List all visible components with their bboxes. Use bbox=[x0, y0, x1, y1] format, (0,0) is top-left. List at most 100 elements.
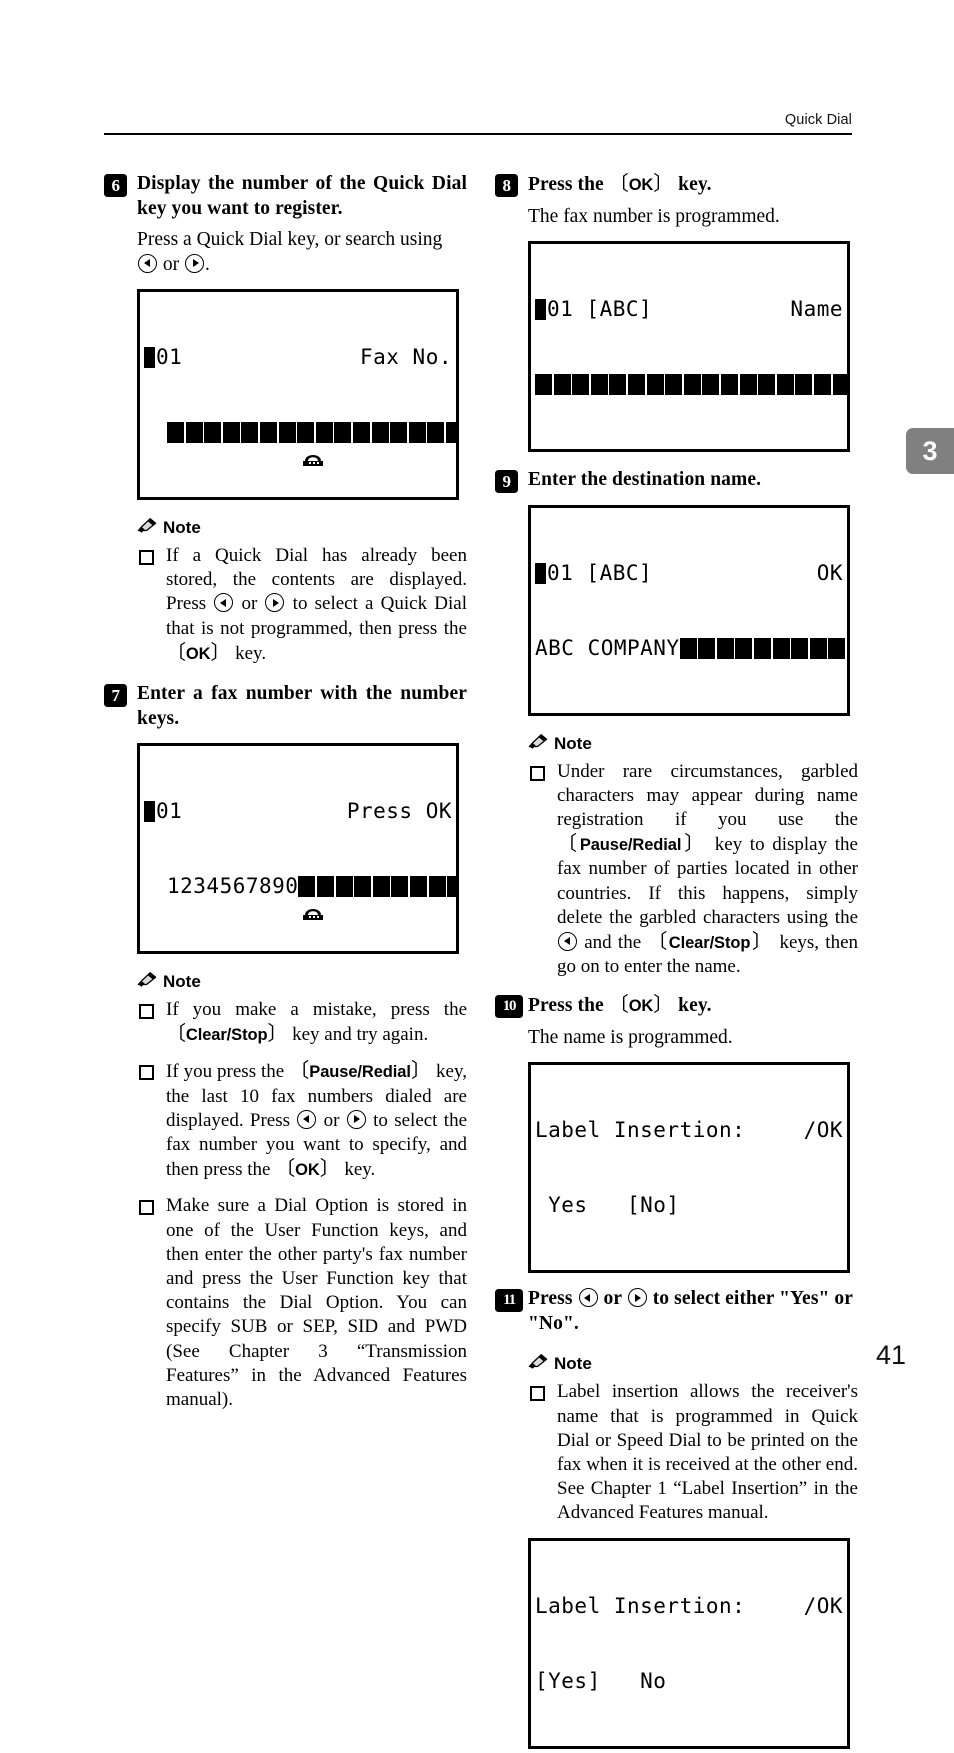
step-10-heading-suffix: key. bbox=[673, 995, 712, 1017]
lcd-line-1-left: 01 [ABC] bbox=[535, 297, 652, 322]
lcd-block-cell bbox=[335, 876, 353, 898]
lcd-line-1: Label Insertion: /OK bbox=[535, 1594, 843, 1619]
key-label-ok: 〔OK〕 bbox=[608, 173, 674, 195]
lcd-block-cell bbox=[572, 374, 590, 395]
key-label-clear-stop: 〔Clear/Stop〕 bbox=[166, 1023, 288, 1046]
step-6-heading: Display the number of the Quick Dial key… bbox=[137, 173, 467, 219]
lcd-block-cell bbox=[445, 422, 456, 443]
right-arrow-key-icon bbox=[185, 253, 204, 273]
cursor-block-icon bbox=[535, 562, 546, 584]
lcd-line-1-right: Fax No. bbox=[359, 345, 452, 369]
step-11-number: 11 bbox=[495, 1289, 523, 1313]
note-item: If you make a mistake, press the 〔Clear/… bbox=[137, 998, 467, 1047]
step-9-number: 9 bbox=[495, 470, 518, 493]
note-text-part: key. bbox=[339, 1159, 376, 1181]
note-item: Label insertion allows the receiver's na… bbox=[528, 1380, 858, 1525]
lcd-block-cell bbox=[408, 422, 426, 443]
step-10-heading-prefix: Press the bbox=[528, 995, 609, 1017]
note-text-part: or bbox=[234, 593, 265, 615]
step-6-heading-row: 6 Display the number of the Quick Dial ke… bbox=[104, 172, 467, 221]
lcd-block-cell bbox=[609, 374, 627, 395]
note-text: Make sure a Dial Option is stored in one… bbox=[166, 1195, 467, 1411]
lcd-block-cell bbox=[371, 422, 389, 443]
note-item: If a Quick Dial has already been stored,… bbox=[137, 544, 467, 666]
lcd-block-cell bbox=[739, 374, 757, 395]
lcd-block-cell bbox=[334, 422, 352, 443]
page-header: Quick Dial bbox=[104, 112, 852, 135]
lcd-block-cell bbox=[278, 422, 296, 443]
cursor-block-icon bbox=[144, 347, 155, 368]
note-label-3: Note bbox=[554, 733, 592, 753]
step-8-body: The fax number is programmed. bbox=[528, 205, 780, 227]
page-number: 41 bbox=[875, 1340, 906, 1370]
lcd-line-1: Label Insertion: /OK bbox=[535, 1118, 843, 1143]
lcd-line-1-right: Press OK bbox=[346, 799, 452, 824]
right-column: 8 Press the 〔OK〕 key. The fax number is p… bbox=[495, 172, 858, 1753]
left-right-arrow-icon bbox=[783, 1123, 803, 1138]
lcd-block-cell bbox=[758, 374, 776, 395]
cursor-block-icon bbox=[535, 299, 546, 320]
lcd-line-2 bbox=[144, 420, 456, 466]
step-8-number: 8 bbox=[495, 174, 518, 197]
lcd-block-cell bbox=[317, 876, 335, 898]
lcd-line-2 bbox=[535, 372, 847, 397]
left-arrow-key-icon bbox=[214, 593, 234, 613]
note-text-part: If you make a mistake, press the bbox=[166, 999, 467, 1021]
lcd-block-cell bbox=[390, 422, 408, 443]
pencil-icon bbox=[137, 517, 157, 539]
right-arrow-key-icon bbox=[346, 1109, 366, 1129]
lcd-block-cell bbox=[809, 637, 827, 659]
lcd-display-press-ok: 01 Press OK 1234567890 bbox=[137, 743, 459, 955]
lcd-block-cell bbox=[753, 637, 771, 659]
chapter-tab-number: 3 bbox=[922, 435, 938, 466]
lcd-line-2: 1234567890 bbox=[144, 874, 456, 920]
lcd-block-cell bbox=[832, 374, 847, 395]
step-7-heading-row: 7 Enter a fax number with the number keys… bbox=[104, 682, 467, 731]
note-text: Label insertion allows the receiver's na… bbox=[557, 1381, 858, 1524]
step-6-body: Press a Quick Dial key, or search using … bbox=[104, 228, 467, 277]
lcd-block-cell bbox=[259, 422, 277, 443]
lcd-block-cell bbox=[772, 637, 790, 659]
lcd-line-1-text: Label Insertion: bbox=[535, 1118, 746, 1143]
phone-handset-icon bbox=[144, 423, 323, 466]
note-heading-2: Note bbox=[137, 971, 467, 993]
lcd-block-cell bbox=[372, 876, 390, 898]
lcd-block-cell bbox=[297, 422, 315, 443]
lcd-line-1-text: Label Insertion: bbox=[535, 1593, 746, 1618]
bullet-square-icon bbox=[139, 1065, 154, 1081]
lcd-display-fax-no: 01 Fax No. bbox=[137, 289, 459, 500]
note-text-part: Under rare circumstances, garbled charac… bbox=[557, 760, 858, 830]
lcd-display-label-insertion-no: Label Insertion: /OK Yes [No] bbox=[528, 1062, 850, 1274]
lcd-line-2-blocks bbox=[167, 422, 456, 443]
lcd-block-cell bbox=[204, 422, 222, 443]
key-label-pause-redial: 〔Pause/Redial〕 bbox=[289, 1060, 432, 1083]
key-label-clear-stop: 〔Clear/Stop〕 bbox=[647, 930, 774, 953]
lcd-line-1-left: 01 [ABC] bbox=[535, 561, 652, 586]
lcd-line-1: 01 Fax No. bbox=[144, 345, 452, 370]
step-6-body-mid: or bbox=[158, 253, 184, 275]
bullet-square-icon bbox=[139, 1200, 154, 1216]
bullet-square-icon bbox=[530, 1386, 545, 1402]
step-6-body-prefix: Press a Quick Dial key, or search using bbox=[137, 229, 443, 250]
note-heading-3: Note bbox=[528, 733, 858, 755]
bullet-square-icon bbox=[530, 765, 545, 781]
note-text-part: key. bbox=[230, 642, 267, 664]
bullet-square-icon bbox=[139, 550, 154, 565]
lcd-line-2: ABC COMPANY bbox=[535, 635, 846, 661]
lcd-line-1-right: /OK bbox=[783, 1594, 843, 1619]
lcd-line-2-text: ABC COMPANY bbox=[535, 635, 680, 660]
lcd-line-2-text: 1234567890 bbox=[167, 874, 299, 899]
step-6: 6 Display the number of the Quick Dial ke… bbox=[104, 172, 467, 500]
lcd-block-cell bbox=[646, 374, 664, 395]
lcd-line-1: 01 [ABC] Name bbox=[535, 297, 843, 322]
lcd-block-cell bbox=[776, 374, 794, 395]
header-title: Quick Dial bbox=[784, 112, 852, 128]
lcd-block-cell bbox=[683, 374, 701, 395]
step-10-body: The name is programmed. bbox=[528, 1026, 733, 1048]
lcd-line-1-left: 01 bbox=[144, 799, 182, 824]
step-7: 7 Enter a fax number with the number keys… bbox=[104, 682, 467, 955]
step-6-number: 6 bbox=[104, 174, 127, 197]
lcd-line-2-text: [Yes] No bbox=[535, 1668, 667, 1693]
note-item: Under rare circumstances, garbled charac… bbox=[528, 760, 858, 980]
lcd-line-1-left: 01 bbox=[144, 345, 182, 370]
